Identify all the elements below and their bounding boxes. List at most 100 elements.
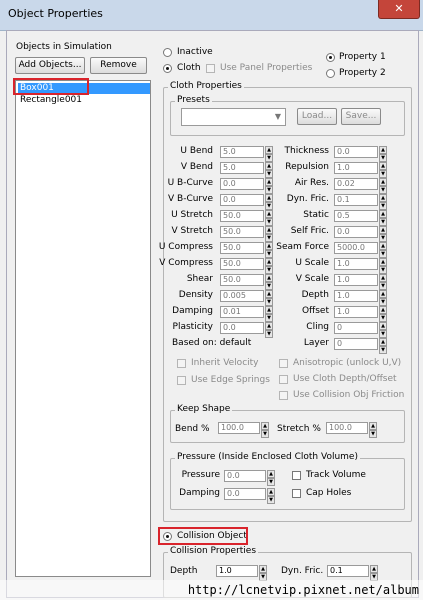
spinner-value[interactable]: 0.5 — [334, 210, 378, 222]
spinner-value[interactable]: 50.0 — [220, 274, 264, 286]
spinner-arrows-icon[interactable]: ▲ ▼ — [265, 178, 273, 194]
static-spinner[interactable]: 0.5 ▲ ▼ — [334, 210, 387, 226]
spinner-arrows-icon[interactable]: ▲ ▼ — [379, 322, 387, 338]
spinner-arrows-icon[interactable]: ▲ ▼ — [379, 226, 387, 242]
offset-spinner[interactable]: 1.0 ▲ ▼ — [334, 306, 387, 322]
spinner-value[interactable]: 1.0 — [334, 306, 378, 318]
spinner-value[interactable]: 100.0 — [218, 422, 260, 434]
spinner-arrows-icon[interactable]: ▲ ▼ — [265, 162, 273, 178]
spinner-arrows-icon[interactable]: ▲ ▼ — [265, 210, 273, 226]
spinner-arrows-icon[interactable]: ▲ ▼ — [379, 162, 387, 178]
self-fric-spinner[interactable]: 0.0 ▲ ▼ — [334, 226, 387, 242]
depth-spinner[interactable]: 1.0 ▲ ▼ — [334, 290, 387, 306]
spinner-value[interactable]: 1.0 — [334, 290, 378, 302]
spinner-value[interactable]: 50.0 — [220, 242, 264, 254]
spinner-arrows-icon[interactable]: ▲ ▼ — [379, 146, 387, 162]
spinner-arrows-icon[interactable]: ▲ ▼ — [265, 322, 273, 338]
track-volume-checkbox[interactable] — [292, 471, 301, 480]
spinner-value[interactable]: 0.02 — [334, 178, 378, 190]
repulsion-spinner[interactable]: 1.0 ▲ ▼ — [334, 162, 387, 178]
spinner-value[interactable]: 0.0 — [334, 226, 378, 238]
property-1-radio[interactable] — [326, 53, 335, 62]
remove-button[interactable]: Remove — [90, 57, 147, 74]
use-cloth-depth-checkbox[interactable] — [279, 375, 288, 384]
inherit-velocity-checkbox[interactable] — [177, 359, 186, 368]
damping-spinner[interactable]: 0.01 ▲ ▼ — [220, 306, 273, 322]
spinner-value[interactable]: 0 — [334, 338, 378, 350]
save-button[interactable]: Save... — [341, 108, 381, 125]
spinner-arrows-icon[interactable]: ▲ ▼ — [265, 290, 273, 306]
spinner-arrows-icon[interactable]: ▲ ▼ — [379, 258, 387, 274]
spinner-arrows-icon[interactable]: ▲ ▼ — [265, 258, 273, 274]
v-scale-spinner[interactable]: 1.0 ▲ ▼ — [334, 274, 387, 290]
add-objects-button[interactable]: Add Objects... — [15, 57, 85, 74]
close-button[interactable]: ✕ — [378, 0, 420, 19]
property-2-radio[interactable] — [326, 69, 335, 78]
spinner-value[interactable]: 0.1 — [334, 194, 378, 206]
pressure-damping-spinner[interactable]: 0.0 ▲ ▼ — [224, 488, 275, 504]
spinner-value[interactable]: 0.1 — [327, 565, 369, 577]
spinner-arrows-icon[interactable]: ▲ ▼ — [265, 242, 273, 258]
spinner-value[interactable]: 1.0 — [334, 258, 378, 270]
spinner-arrows-icon[interactable]: ▲ ▼ — [379, 338, 387, 354]
pressure-spinner[interactable]: 0.0 ▲ ▼ — [224, 470, 275, 486]
spinner-arrows-icon[interactable]: ▲ ▼ — [261, 422, 269, 438]
load-button[interactable]: Load... — [297, 108, 337, 125]
spinner-arrows-icon[interactable]: ▲ ▼ — [379, 210, 387, 226]
spinner-arrows-icon[interactable]: ▲ ▼ — [265, 194, 273, 210]
use-collision-friction-checkbox[interactable] — [279, 391, 288, 400]
spinner-value[interactable]: 0.0 — [224, 470, 266, 482]
spinner-value[interactable]: 5.0 — [220, 146, 264, 158]
cap-holes-checkbox[interactable] — [292, 489, 301, 498]
collision-depth-spinner[interactable]: 1.0 ▲ ▼ — [216, 565, 267, 581]
u-compress-spinner[interactable]: 50.0 ▲ ▼ — [220, 242, 273, 258]
layer-spinner[interactable]: 0 ▲ ▼ — [334, 338, 387, 354]
spinner-arrows-icon[interactable]: ▲ ▼ — [379, 242, 387, 258]
thickness-spinner[interactable]: 0.0 ▲ ▼ — [334, 146, 387, 162]
presets-dropdown[interactable]: ▼ — [181, 108, 286, 126]
spinner-value[interactable]: 5.0 — [220, 162, 264, 174]
spinner-arrows-icon[interactable]: ▲ ▼ — [379, 306, 387, 322]
spinner-value[interactable]: 0.0 — [224, 488, 266, 500]
spinner-arrows-icon[interactable]: ▲ ▼ — [267, 470, 275, 486]
density-spinner[interactable]: 0.005 ▲ ▼ — [220, 290, 273, 306]
spinner-value[interactable]: 0.01 — [220, 306, 264, 318]
anisotropic-checkbox[interactable] — [279, 359, 288, 368]
use-edge-springs-checkbox[interactable] — [177, 376, 186, 385]
bend-percent-spinner[interactable]: 100.0 ▲ ▼ — [218, 422, 269, 438]
spinner-value[interactable]: 100.0 — [326, 422, 368, 434]
stretch-percent-spinner[interactable]: 100.0 ▲ ▼ — [326, 422, 377, 438]
collision-dyn-fric-spinner[interactable]: 0.1 ▲ ▼ — [327, 565, 378, 581]
spinner-arrows-icon[interactable]: ▲ ▼ — [379, 290, 387, 306]
spinner-value[interactable]: 50.0 — [220, 226, 264, 238]
spinner-arrows-icon[interactable]: ▲ ▼ — [379, 274, 387, 290]
u-stretch-spinner[interactable]: 50.0 ▲ ▼ — [220, 210, 273, 226]
spinner-arrows-icon[interactable]: ▲ ▼ — [259, 565, 267, 581]
cling-spinner[interactable]: 0 ▲ ▼ — [334, 322, 387, 338]
spinner-value[interactable]: 0.005 — [220, 290, 264, 302]
spinner-arrows-icon[interactable]: ▲ ▼ — [265, 274, 273, 290]
dyn-fric-spinner[interactable]: 0.1 ▲ ▼ — [334, 194, 387, 210]
spinner-arrows-icon[interactable]: ▲ ▼ — [265, 146, 273, 162]
spinner-value[interactable]: 50.0 — [220, 210, 264, 222]
plasticity-spinner[interactable]: 0.0 ▲ ▼ — [220, 322, 273, 338]
v-bend-spinner[interactable]: 5.0 ▲ ▼ — [220, 162, 273, 178]
spinner-value[interactable]: 50.0 — [220, 258, 264, 270]
spinner-value[interactable]: 0.0 — [334, 146, 378, 158]
u-b-curve-spinner[interactable]: 0.0 ▲ ▼ — [220, 178, 273, 194]
spinner-value[interactable]: 5000.0 — [334, 242, 378, 254]
spinner-arrows-icon[interactable]: ▲ ▼ — [267, 488, 275, 504]
cloth-radio[interactable] — [163, 64, 172, 73]
spinner-arrows-icon[interactable]: ▲ ▼ — [379, 178, 387, 194]
spinner-value[interactable]: 1.0 — [334, 274, 378, 286]
spinner-arrows-icon[interactable]: ▲ ▼ — [265, 306, 273, 322]
spinner-arrows-icon[interactable]: ▲ ▼ — [369, 422, 377, 438]
v-stretch-spinner[interactable]: 50.0 ▲ ▼ — [220, 226, 273, 242]
spinner-arrows-icon[interactable]: ▲ ▼ — [379, 194, 387, 210]
v-compress-spinner[interactable]: 50.0 ▲ ▼ — [220, 258, 273, 274]
list-item-rectangle001[interactable]: Rectangle001 — [18, 95, 150, 106]
use-panel-checkbox[interactable] — [206, 64, 215, 73]
spinner-value[interactable]: 0.0 — [220, 178, 264, 190]
spinner-value[interactable]: 0 — [334, 322, 378, 334]
spinner-arrows-icon[interactable]: ▲ ▼ — [370, 565, 378, 581]
